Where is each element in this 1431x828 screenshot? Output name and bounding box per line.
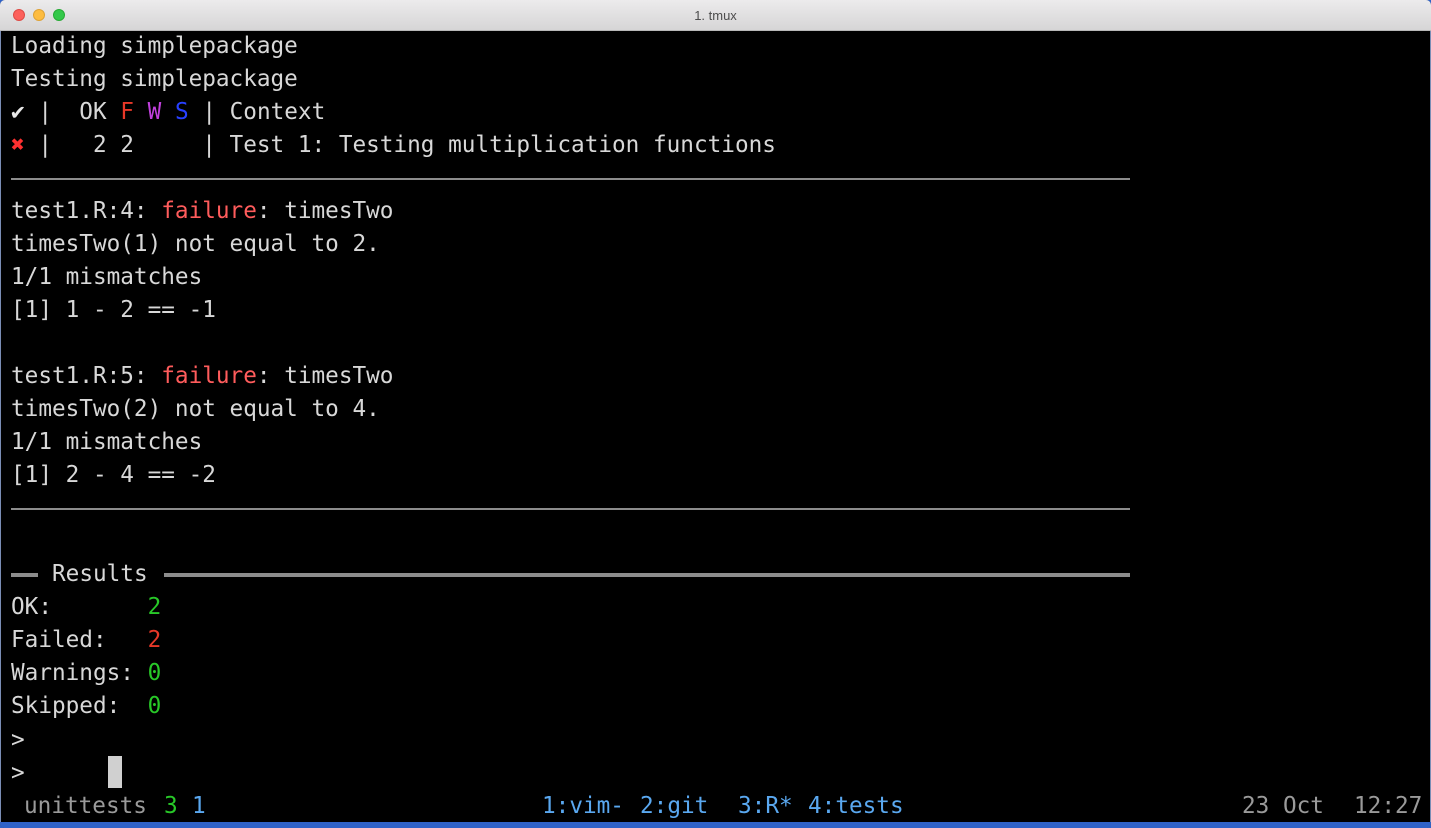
output-line: timesTwo(2) not equal to 4. [11, 396, 380, 422]
check-icon: ✔ [11, 99, 25, 125]
results-table-row: ✖ | 2 2 | Test 1: Testing multiplication… [11, 132, 776, 158]
failure-heading: test1.R:4: failure: timesTwo [11, 198, 394, 224]
window-frame-bottom [0, 822, 1431, 828]
results-skipped: Skipped: 0 [11, 693, 162, 719]
terminal-output[interactable]: Loading simplepackage Testing simplepack… [0, 30, 1431, 822]
output-line: [1] 1 - 2 == -1 [11, 297, 216, 323]
status-count-1: 3 [164, 793, 178, 819]
status-time: 12:27 [1354, 793, 1423, 819]
results-rule-left [11, 573, 38, 577]
output-line: 1/1 mismatches [11, 264, 203, 290]
prompt: > [11, 727, 25, 753]
skipped-column-label: S [174, 99, 189, 125]
output-line: timesTwo(1) not equal to 2. [11, 231, 380, 257]
window-tab-r[interactable]: 3:R* [738, 790, 793, 822]
window-tab-vim[interactable]: 1:vim- [542, 790, 624, 822]
prompt-input[interactable]: > [11, 757, 25, 790]
window-tab-git[interactable]: 2:git [640, 790, 708, 822]
failure-heading: test1.R:5: failure: timesTwo [11, 363, 394, 389]
divider [11, 508, 1130, 510]
results-failed: Failed: 2 [11, 627, 162, 653]
output-line: [1] 2 - 4 == -2 [11, 462, 216, 488]
results-rule-right [164, 573, 1130, 577]
results-warnings: Warnings: 0 [11, 660, 162, 686]
results-table-header: ✔ | OK F W S | Context [11, 99, 326, 125]
status-date: 23 Oct [1242, 793, 1324, 819]
warnings-column-label: W [147, 99, 162, 125]
failed-column-label: F [120, 99, 134, 125]
results-title: Results [52, 561, 148, 587]
output-line: Loading simplepackage [11, 33, 298, 59]
results-ok: OK: 2 [11, 594, 162, 620]
cross-icon: ✖ [11, 132, 25, 158]
output-line: 1/1 mismatches [11, 429, 203, 455]
window-tab-tests[interactable]: 4:tests [808, 790, 904, 822]
status-count-2: 1 [192, 793, 206, 819]
divider [11, 178, 1130, 180]
text-cursor [108, 756, 122, 788]
output-line: Testing simplepackage [11, 66, 298, 92]
window-title: 1. tmux [694, 8, 737, 23]
session-name: unittests [24, 793, 147, 819]
terminal-window: 1. tmux Loading simplepackage Testing si… [0, 0, 1431, 828]
title-bar[interactable]: 1. tmux [0, 0, 1431, 31]
tmux-status-bar: unittests 3 1 1:vim- 2:git 3:R* 4:tests … [0, 790, 1431, 822]
